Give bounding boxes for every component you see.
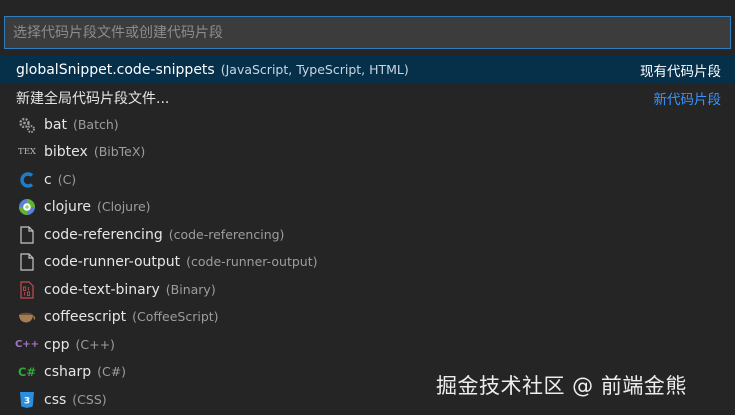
coffee-icon	[17, 307, 37, 327]
item-label: code-text-binary	[44, 281, 160, 298]
list-item-global-snippet[interactable]: globalSnippet.code-snippets (JavaScript,…	[0, 56, 735, 83]
item-description: (C++)	[75, 337, 115, 352]
list-item-clojure[interactable]: clojure (Clojure)	[0, 193, 735, 220]
item-label: csharp	[44, 363, 92, 380]
list-item-coffeescript[interactable]: coffeescript (CoffeeScript)	[0, 303, 735, 330]
c-language-icon	[17, 170, 37, 190]
item-label: bibtex	[44, 143, 88, 160]
item-description: (Clojure)	[96, 199, 151, 214]
group-label-new: 新代码片段	[653, 91, 722, 108]
item-label: css	[44, 391, 67, 408]
list-item-cpp[interactable]: C++ cpp (C++)	[0, 331, 735, 358]
item-description: (BibTeX)	[93, 144, 146, 159]
file-icon	[17, 252, 37, 272]
item-description: (CSS)	[72, 392, 107, 407]
list-item-code-runner-output[interactable]: code-runner-output (code-runner-output)	[0, 248, 735, 275]
clojure-icon	[17, 197, 37, 217]
quick-pick-panel: globalSnippet.code-snippets (JavaScript,…	[0, 0, 735, 415]
item-label: code-referencing	[44, 226, 163, 243]
search-input[interactable]	[5, 17, 730, 48]
css3-icon: 3	[17, 390, 37, 410]
tex-icon: TEX	[18, 146, 36, 157]
list-item-code-text-binary[interactable]: code-text-binary (Binary)	[0, 276, 735, 303]
item-label: 新建全局代码片段文件...	[16, 90, 170, 107]
list-item-bibtex[interactable]: TEX bibtex (BibTeX)	[0, 138, 735, 165]
item-label: clojure	[44, 198, 91, 215]
file-icon	[17, 225, 37, 245]
item-label: cpp	[44, 336, 70, 353]
list-item-code-referencing[interactable]: code-referencing (code-referencing)	[0, 221, 735, 248]
item-description: (C)	[57, 172, 77, 187]
list-item-bat[interactable]: bat (Batch)	[0, 111, 735, 138]
list-item-c[interactable]: c (C)	[0, 166, 735, 193]
watermark: 掘金技术社区 @ 前端金熊	[436, 374, 687, 398]
item-description: (JavaScript, TypeScript, HTML)	[220, 62, 409, 77]
item-description: (Batch)	[72, 117, 119, 132]
list-item-new-global-snippet[interactable]: 新建全局代码片段文件... 新代码片段	[0, 84, 735, 111]
item-label: bat	[44, 116, 67, 133]
item-label: globalSnippet.code-snippets	[16, 61, 215, 78]
item-description: (Binary)	[165, 282, 216, 297]
css3-icon-glyph: 3	[24, 396, 30, 406]
item-description: (code-referencing)	[168, 227, 285, 242]
binary-file-icon	[17, 280, 37, 300]
search-box	[4, 16, 731, 49]
item-label: c	[44, 171, 52, 188]
item-label: coffeescript	[44, 308, 127, 325]
item-description: (CoffeeScript)	[132, 309, 219, 324]
csharp-icon: C#	[17, 364, 37, 379]
item-description: (C#)	[97, 364, 127, 379]
item-label: code-runner-output	[44, 253, 181, 270]
cpp-icon: C++	[14, 339, 40, 350]
group-label-existing: 现有代码片段	[640, 63, 721, 80]
gear-icon	[17, 115, 37, 135]
item-description: (code-runner-output)	[186, 254, 318, 269]
